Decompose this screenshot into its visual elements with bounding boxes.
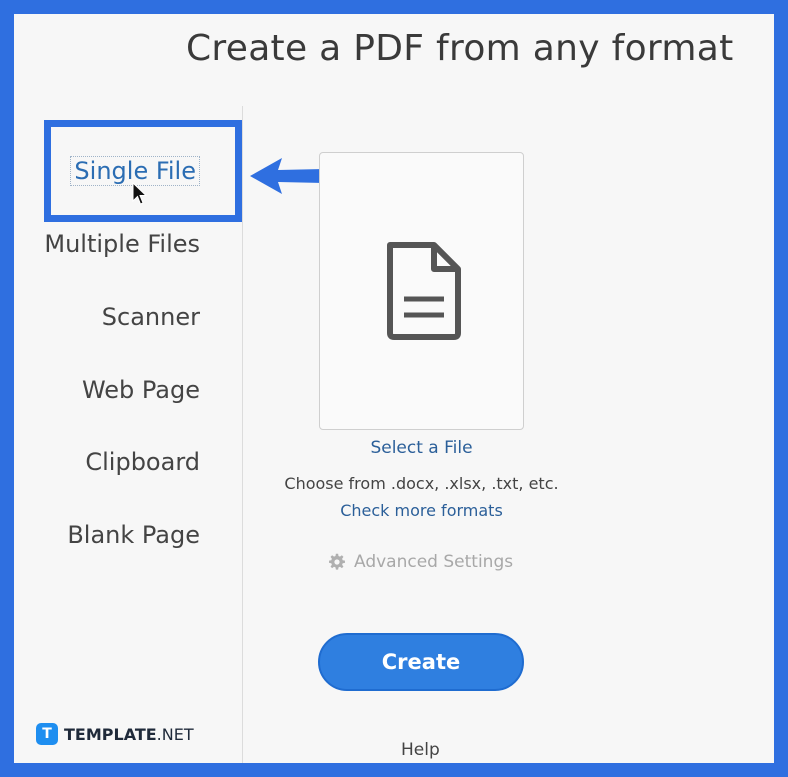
select-file-link[interactable]: Select a File: [319, 438, 524, 458]
brand-name-suffix: .NET: [156, 724, 194, 744]
brand-watermark: T TEMPLATE.NET: [36, 723, 194, 745]
sidebar-item-web-page[interactable]: Web Page: [82, 376, 200, 404]
highlight-box: [44, 120, 242, 222]
sidebar-divider: [242, 106, 243, 763]
file-drop-card[interactable]: [319, 152, 524, 430]
sidebar-item-multiple-files[interactable]: Multiple Files: [44, 230, 200, 258]
sidebar-item-scanner[interactable]: Scanner: [102, 303, 200, 331]
advanced-settings-button[interactable]: Advanced Settings: [328, 552, 513, 572]
brand-name-bold: TEMPLATE: [64, 724, 157, 744]
brand-name: TEMPLATE.NET: [64, 725, 194, 744]
mouse-pointer-icon: [132, 182, 148, 205]
check-formats-link[interactable]: Check more formats: [269, 501, 574, 520]
create-button[interactable]: Create: [318, 633, 524, 691]
brand-logo: T: [36, 723, 58, 745]
advanced-settings-label: Advanced Settings: [354, 552, 514, 572]
sidebar-item-clipboard[interactable]: Clipboard: [85, 448, 200, 476]
format-hint: Choose from .docx, .xlsx, .txt, etc.: [284, 474, 559, 493]
sidebar-item-blank-page[interactable]: Blank Page: [67, 521, 200, 549]
app-window: Create a PDF from any format Single File…: [14, 14, 774, 763]
page-title: Create a PDF from any format: [186, 28, 734, 69]
help-link[interactable]: Help: [401, 740, 440, 760]
document-icon: [387, 242, 461, 340]
gear-icon: [329, 553, 345, 570]
